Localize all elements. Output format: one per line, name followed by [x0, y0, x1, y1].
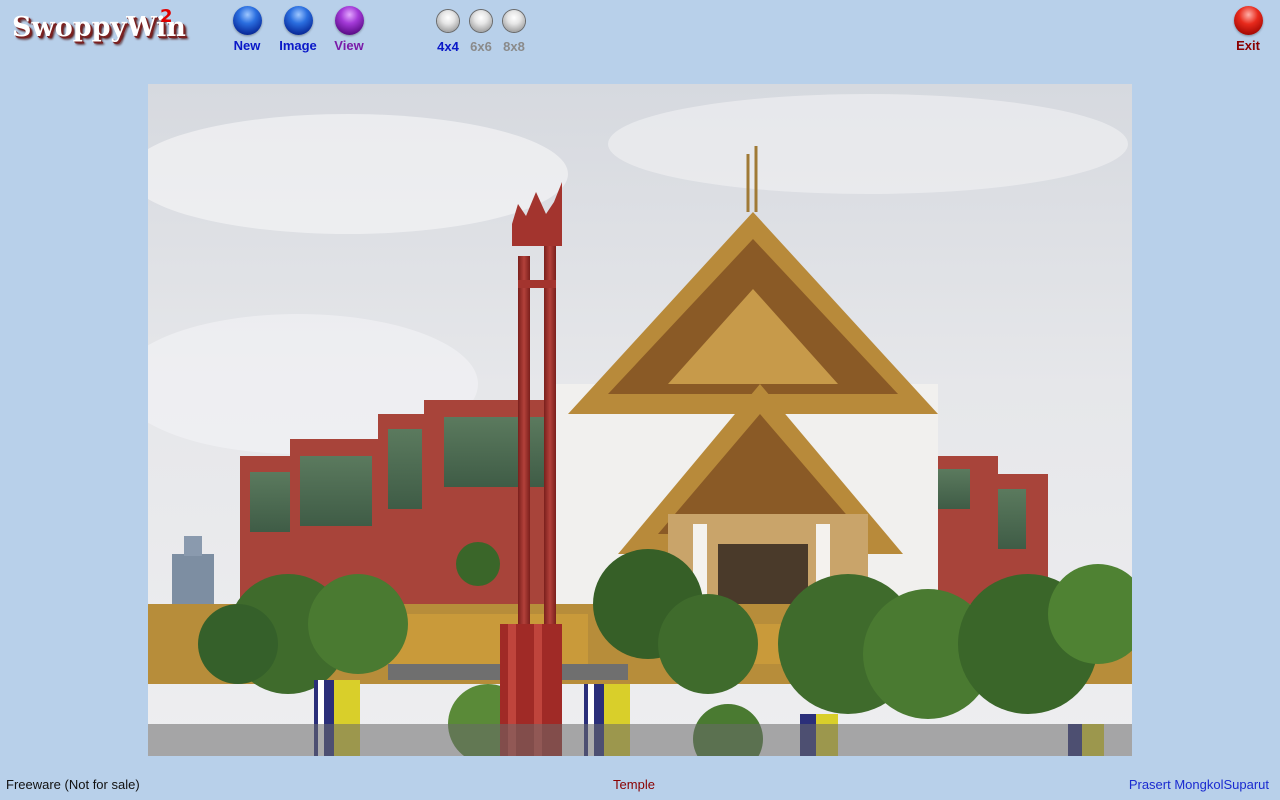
author-link[interactable]: Prasert MongkolSuparut — [1129, 777, 1269, 792]
image-button[interactable]: Image — [273, 6, 323, 53]
purple-orb-icon[interactable] — [334, 6, 364, 35]
new-button-label[interactable]: New — [229, 38, 265, 53]
view-button[interactable]: View — [329, 6, 369, 53]
grid-6x6-label[interactable]: 6x6 — [466, 39, 496, 54]
radio-icon[interactable] — [437, 10, 459, 32]
radio-icon[interactable] — [503, 10, 525, 32]
exit-button-label[interactable]: Exit — [1230, 38, 1266, 53]
temple-photo[interactable] — [148, 84, 1132, 756]
grid-6x6-option[interactable]: 6x6 — [466, 10, 496, 54]
puzzle-image[interactable] — [148, 84, 1132, 756]
grid-4x4-option[interactable]: 4x4 — [433, 10, 463, 54]
view-button-label[interactable]: View — [329, 38, 369, 53]
radio-icon[interactable] — [470, 10, 492, 32]
image-button-label[interactable]: Image — [273, 38, 323, 53]
new-button[interactable]: New — [229, 6, 265, 53]
grid-8x8-option[interactable]: 8x8 — [499, 10, 529, 54]
grid-4x4-label[interactable]: 4x4 — [433, 39, 463, 54]
app-logo-version: 2 — [160, 6, 173, 27]
app-logo: SwoppyWin 2 — [12, 6, 186, 43]
blue-orb-icon[interactable] — [283, 6, 313, 35]
exit-button[interactable]: Exit — [1230, 6, 1266, 53]
red-orb-icon[interactable] — [1233, 6, 1263, 35]
image-caption: Temple — [613, 777, 655, 792]
grid-8x8-label[interactable]: 8x8 — [499, 39, 529, 54]
blue-orb-icon[interactable] — [232, 6, 262, 35]
